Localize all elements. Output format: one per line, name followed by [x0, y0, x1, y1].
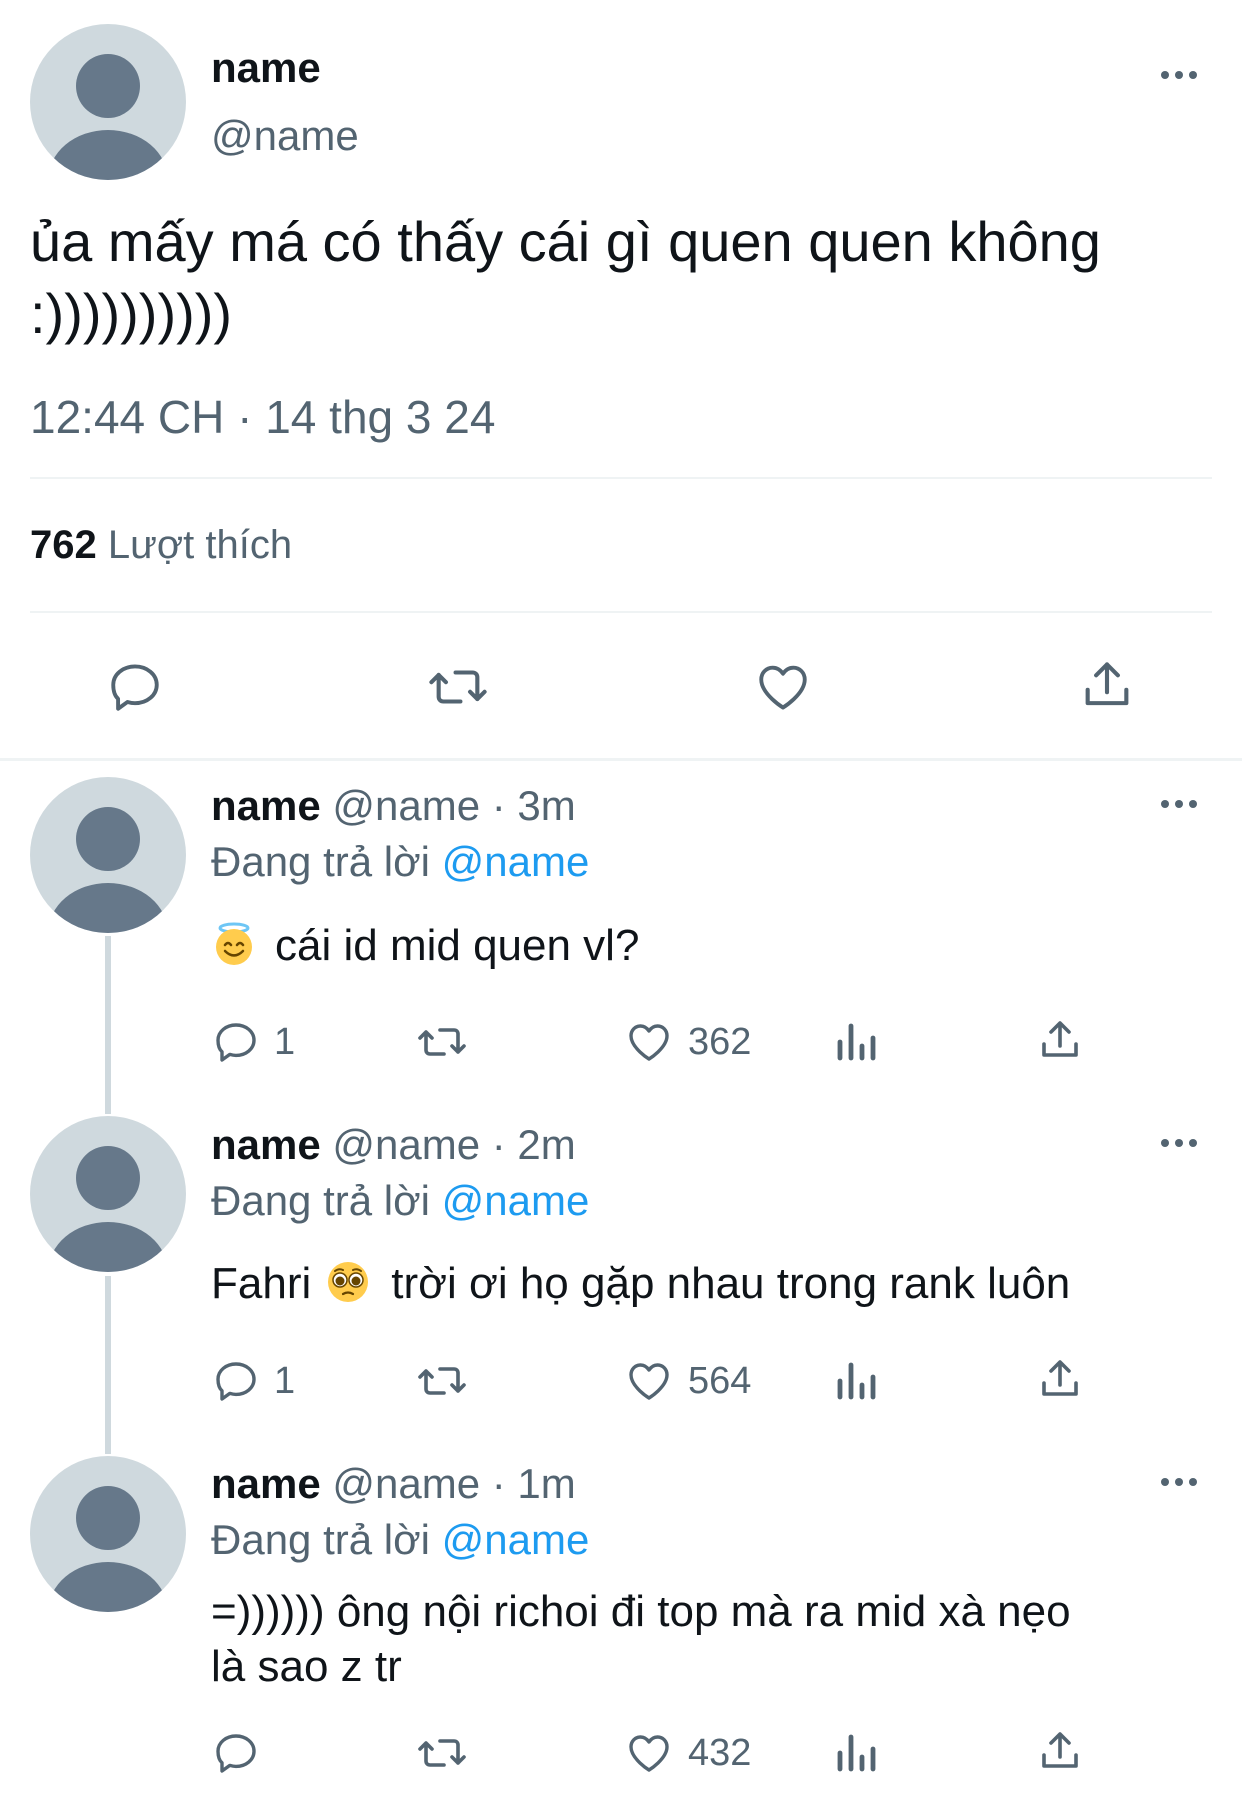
avatar[interactable]: [30, 24, 186, 180]
thread-line: [105, 1276, 111, 1454]
likes-summary[interactable]: 762 Lượt thích: [30, 523, 292, 568]
reply-icon: [216, 1023, 256, 1062]
replying-prefix: Đang trả lời: [211, 838, 430, 885]
replying-to-handle[interactable]: @name: [442, 1177, 590, 1224]
reply-time[interactable]: · 2m: [492, 1121, 576, 1168]
reply-header[interactable]: name @name · 1m: [211, 1460, 576, 1508]
analytics-icon: [837, 1023, 876, 1061]
heart-icon: [629, 1735, 669, 1772]
like-button[interactable]: 362: [624, 1018, 751, 1066]
like-count: 432: [688, 1731, 752, 1774]
replying-prefix: Đang trả lời: [211, 1516, 430, 1563]
share-button[interactable]: [1036, 1355, 1084, 1403]
reply-button[interactable]: [106, 658, 164, 716]
like-count: 362: [688, 1020, 752, 1063]
analytics-icon: [837, 1362, 876, 1400]
reply-text-after: trời ơi họ gặp nhau trong rank luôn: [391, 1259, 1071, 1308]
retweet-button[interactable]: [414, 1729, 470, 1777]
analytics-icon: [837, 1734, 876, 1772]
like-button[interactable]: [753, 658, 813, 716]
like-button[interactable]: 564: [624, 1357, 751, 1405]
share-button[interactable]: [1078, 656, 1136, 714]
like-button[interactable]: 432: [624, 1729, 751, 1777]
tweet-text-line-2: :)))))))))): [30, 282, 233, 345]
retweet-icon: [418, 1028, 466, 1056]
reply-text: cái id mid quen vl?: [211, 918, 1211, 973]
share-button[interactable]: [1036, 1016, 1084, 1064]
retweet-button[interactable]: [414, 1018, 470, 1066]
replying-to: Đang trả lời @name: [211, 1177, 589, 1225]
reply-button[interactable]: 1: [212, 1018, 295, 1066]
heart-icon: [759, 665, 807, 710]
tweet-timestamp[interactable]: 12:44 CH · 14 thg 3 24: [30, 390, 495, 444]
retweet-icon: [429, 670, 487, 704]
reply-header[interactable]: name @name · 3m: [211, 782, 576, 830]
like-count: 564: [688, 1359, 752, 1402]
replying-to: Đang trả lời @name: [211, 1516, 589, 1564]
like-label: Lượt thích: [107, 523, 293, 567]
replying-to: Đang trả lời @name: [211, 838, 589, 886]
reply-button[interactable]: [212, 1729, 274, 1777]
reply-time[interactable]: · 1m: [492, 1460, 576, 1507]
divider: [30, 611, 1212, 613]
section-divider: [0, 758, 1242, 761]
avatar[interactable]: [30, 1456, 186, 1612]
like-count: 762: [30, 523, 97, 567]
author-handle[interactable]: @name: [332, 1460, 480, 1507]
share-icon: [1085, 662, 1129, 706]
analytics-button[interactable]: [834, 1018, 878, 1066]
reply-icon: [111, 664, 159, 711]
more-options-icon[interactable]: [1161, 1478, 1197, 1486]
retweet-icon: [418, 1739, 466, 1767]
reply-text: Fahri trời ơi họ gặp nhau trong rank luô…: [211, 1256, 1211, 1311]
author-handle[interactable]: @name: [332, 782, 480, 829]
author-name[interactable]: name: [211, 44, 321, 92]
reply-button[interactable]: 1: [212, 1357, 295, 1405]
avatar[interactable]: [30, 777, 186, 933]
tweet-text: ủa mấy má có thấy cái gì quen quen không…: [30, 206, 1230, 350]
tweet-text-line-1: ủa mấy má có thấy cái gì quen quen không: [30, 210, 1101, 273]
author-name[interactable]: name: [211, 1121, 321, 1168]
share-icon: [1042, 1021, 1078, 1057]
reply-text-line-2: là sao z tr: [211, 1642, 402, 1691]
divider: [30, 477, 1212, 479]
retweet-button[interactable]: [414, 1357, 470, 1405]
pleading-face-emoji: [328, 1262, 369, 1303]
reply-icon: [216, 1734, 256, 1773]
more-options-icon[interactable]: [1161, 800, 1197, 808]
share-icon: [1042, 1360, 1078, 1396]
share-button[interactable]: [1036, 1727, 1084, 1775]
thread-line: [105, 936, 111, 1114]
replying-to-handle[interactable]: @name: [442, 1516, 590, 1563]
author-handle[interactable]: @name: [211, 112, 359, 160]
reply-time[interactable]: · 3m: [492, 782, 576, 829]
reply-header[interactable]: name @name · 2m: [211, 1121, 576, 1169]
replying-to-handle[interactable]: @name: [442, 838, 590, 885]
more-options-icon[interactable]: [1161, 1139, 1197, 1147]
replying-prefix: Đang trả lời: [211, 1177, 430, 1224]
heart-icon: [629, 1024, 669, 1061]
reply-text-line-1: =)))))) ông nội richoi đi top mà ra mid …: [211, 1587, 1071, 1636]
reply-count: 1: [274, 1020, 296, 1063]
reply-count: 1: [274, 1359, 296, 1402]
more-options-icon[interactable]: [1161, 71, 1197, 79]
analytics-button[interactable]: [834, 1357, 878, 1405]
retweet-icon: [418, 1367, 466, 1395]
reply-icon: [216, 1362, 256, 1401]
heart-icon: [629, 1363, 669, 1400]
avatar[interactable]: [30, 1116, 186, 1272]
reply-text-content: cái id mid quen vl?: [275, 921, 640, 970]
share-icon: [1042, 1732, 1078, 1768]
reply-text: =)))))) ông nội richoi đi top mà ra mid …: [211, 1584, 1211, 1694]
analytics-button[interactable]: [834, 1729, 878, 1777]
retweet-button[interactable]: [425, 658, 491, 716]
smiling-face-with-halo-emoji: [216, 922, 252, 966]
reply-text-before: Fahri: [211, 1259, 312, 1308]
author-name[interactable]: name: [211, 1460, 321, 1507]
author-handle[interactable]: @name: [332, 1121, 480, 1168]
author-name[interactable]: name: [211, 782, 321, 829]
